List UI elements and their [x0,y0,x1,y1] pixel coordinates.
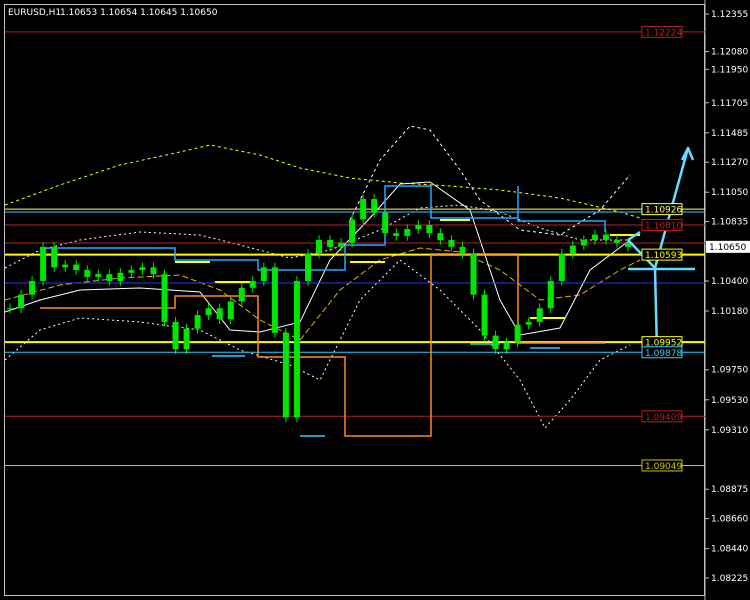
candle-body [227,301,234,320]
candle-body [382,212,389,234]
candle-body [282,332,289,418]
candle-body [602,234,609,241]
candle-body [360,199,367,220]
candle-body [481,294,488,336]
candle-body [437,233,444,241]
candle-body [393,233,400,236]
candle-body [117,272,124,281]
candle-body [271,267,278,333]
level-tag-label: 1.10593 [645,251,682,261]
candle-body [580,240,587,246]
level-tag-label: 1.09878 [645,349,682,359]
candle-body [371,199,378,213]
price-tick-label: 1.11485 [711,129,748,139]
candle-body [304,253,311,281]
price-chart[interactable]: 1.122241.109261.108101.105931.099521.098… [0,0,750,600]
candle-body [558,253,565,281]
candle-body [216,308,223,320]
price-tick-label: 1.08875 [711,485,748,495]
price-tick-label: 1.11950 [711,65,748,75]
candle-body [514,324,521,343]
price-tick-label: 1.08660 [711,515,748,525]
level-tag-label: 1.09049 [645,462,682,472]
candle-body [18,294,25,309]
price-tick-label: 1.12355 [711,10,748,20]
candle-body [525,321,532,325]
candle-body [470,253,477,295]
candle-body [40,246,47,281]
candle-body [139,267,146,271]
chart-ohlc-readout: 1.10653 1.10654 1.10645 1.10650 [60,8,218,18]
price-tick-label: 1.10400 [711,277,748,287]
level-tag-label: 1.09409 [645,413,682,423]
candle-body [459,246,466,254]
candle-body [84,270,91,277]
price-tick-label: 1.08440 [711,545,748,555]
candle-body [338,242,345,247]
price-tick-label: 1.12080 [711,48,748,58]
candle-body [492,335,499,350]
candle-body [150,267,157,275]
candle-body [7,308,13,310]
candle-body [161,274,168,322]
chart-background [0,0,750,600]
price-tick-label: 1.09310 [711,426,748,436]
candle-body [194,315,201,329]
chart-symbol-label: EURUSD,H1 [8,8,61,18]
level-tag-label: 1.10926 [645,206,682,216]
candle-body [536,308,543,322]
candle-body [249,280,256,288]
candle-body [95,274,102,277]
candle-body [183,328,190,350]
candle-body [415,224,422,230]
candle-body [29,280,36,295]
candle-body [172,321,179,350]
current-price-label: 1.10650 [709,243,746,253]
candle-body [448,240,455,247]
candle-body [426,224,433,234]
candle-body [51,246,58,268]
candle-body [62,264,69,268]
candle-body [73,264,80,271]
candle-body [293,280,300,418]
candle-body [547,280,554,309]
candle-body [503,342,510,350]
price-tick-label: 1.10180 [711,307,748,317]
candle-body [591,234,598,241]
candle-body [316,240,322,254]
candle-body [106,274,113,281]
price-tick-label: 1.10835 [711,218,748,228]
price-tick-label: 1.11705 [711,99,748,109]
price-tick-label: 1.11050 [711,188,748,198]
level-tag-label: 1.10810 [645,221,682,231]
price-tick-label: 1.09750 [711,366,748,376]
price-tick-label: 1.11270 [711,158,748,168]
candle-body [404,229,411,236]
candle-body [128,270,135,273]
candle-body [327,240,334,247]
price-tick-label: 1.08225 [711,574,748,584]
price-tick-label: 1.09530 [711,396,748,406]
candle-body [260,267,267,281]
level-tag-label: 1.12224 [645,28,682,38]
candle-body [569,245,576,254]
candle-body [238,287,245,302]
candle-body [205,308,212,316]
candle-body [349,219,356,243]
candle-body [613,240,620,243]
